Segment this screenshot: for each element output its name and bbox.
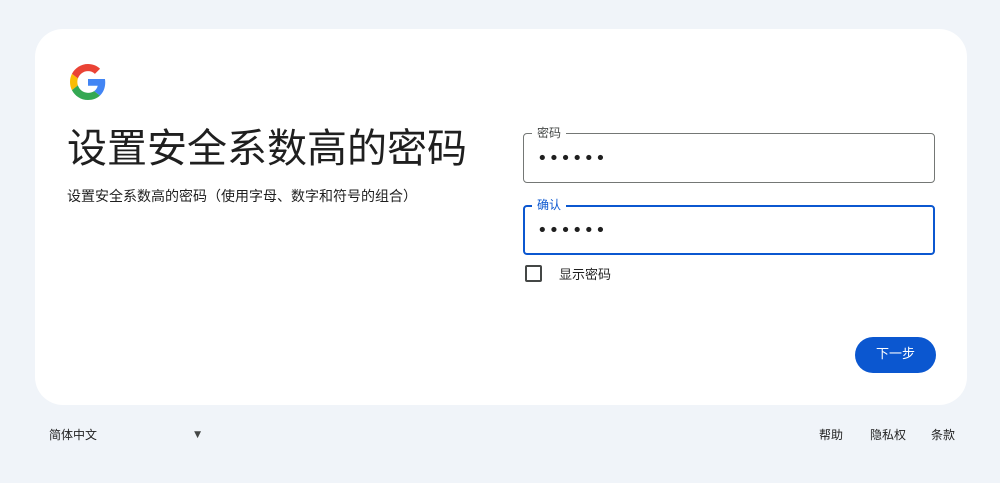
language-selector[interactable]: 简体中文 ▼ [49,426,201,444]
confirm-password-field[interactable]: 确认 •••••• [523,197,935,255]
google-g-logo-icon [70,64,106,100]
page-title: 设置安全系数高的密码 [67,126,467,172]
password-field-value[interactable]: •••••• [537,134,607,182]
sign-in-card: 设置安全系数高的密码 设置安全系数高的密码（使用字母、数字和符号的组合） 密码 … [35,29,967,405]
footer-link-help[interactable]: 帮助 [819,426,843,444]
page-subtitle: 设置安全系数高的密码（使用字母、数字和符号的组合） [67,189,417,205]
caret-down-icon: ▼ [194,430,201,440]
language-selector-value: 简体中文 [49,428,98,442]
confirm-password-field-value[interactable]: •••••• [537,206,607,254]
password-field[interactable]: 密码 •••••• [523,125,935,183]
footer-link-terms[interactable]: 条款 [931,426,955,444]
show-password-checkbox[interactable] [525,265,542,282]
footer: 简体中文 ▼ 帮助 隐私权 条款 [0,420,1000,450]
show-password-toggle[interactable]: 显示密码 [525,264,611,283]
show-password-label: 显示密码 [559,268,612,283]
next-button[interactable]: 下一步 [855,337,936,373]
footer-link-privacy[interactable]: 隐私权 [870,426,906,444]
